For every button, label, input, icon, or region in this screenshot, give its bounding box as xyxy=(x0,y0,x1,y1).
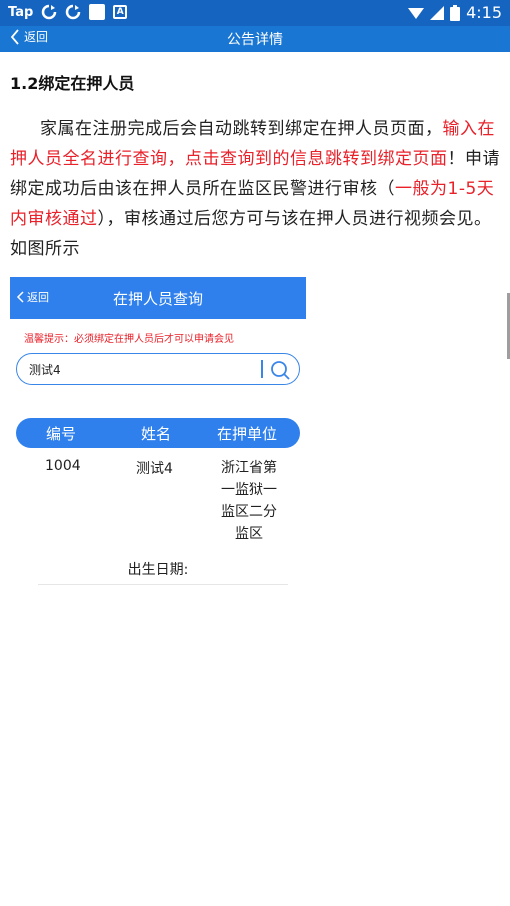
col-header-unit: 在押单位 xyxy=(217,425,278,443)
carrier-label: Tap xyxy=(8,4,34,20)
sync-icon xyxy=(66,4,81,20)
square-icon xyxy=(89,4,106,20)
embedded-title: 在押人员查询 xyxy=(112,290,203,308)
search-divider xyxy=(261,360,263,378)
page-title: 公告详情 xyxy=(227,32,283,48)
divider xyxy=(38,584,288,585)
warning-tip: 温馨提示：必须绑定在押人员后才可以申请会见 xyxy=(24,334,234,345)
signal-icon xyxy=(430,5,445,20)
row-unit: 浙江省第一监狱一监区二分监区 xyxy=(221,460,277,542)
row-id: 1004 xyxy=(45,458,81,474)
col-header-id: 编号 xyxy=(46,425,77,443)
table-header: 编号 姓名 在押单位 xyxy=(16,418,300,448)
sync-icon xyxy=(42,4,57,20)
search-icon xyxy=(271,361,290,380)
battery-icon xyxy=(450,4,461,21)
app-header: 返回 公告详情 xyxy=(0,26,510,52)
col-header-name: 姓名 xyxy=(141,425,172,443)
a-icon: A xyxy=(113,5,128,19)
status-bar: Tap A 4:15 xyxy=(0,0,510,26)
row-name: 测试4 xyxy=(136,461,173,477)
embedded-header: 返回 在押人员查询 xyxy=(10,277,306,319)
section-heading: 1.2绑定在押人员 xyxy=(10,74,135,93)
para-text-1: 家属在注册完成后会自动跳转到绑定在押人员页面， xyxy=(40,119,443,139)
dob-label: 出生日期: xyxy=(127,562,189,578)
search-value: 测试4 xyxy=(29,363,61,377)
clock: 4:15 xyxy=(466,3,502,22)
embedded-screenshot: 返回 在押人员查询 温馨提示：必须绑定在押人员后才可以申请会见 测试4 编号 姓… xyxy=(10,277,306,906)
wifi-icon xyxy=(408,7,425,19)
body-paragraph: 家属在注册完成后会自动跳转到绑定在押人员页面，输入在押人员全名进行查询，点击查询… xyxy=(10,114,502,264)
embedded-search-box: 测试4 xyxy=(16,353,300,385)
